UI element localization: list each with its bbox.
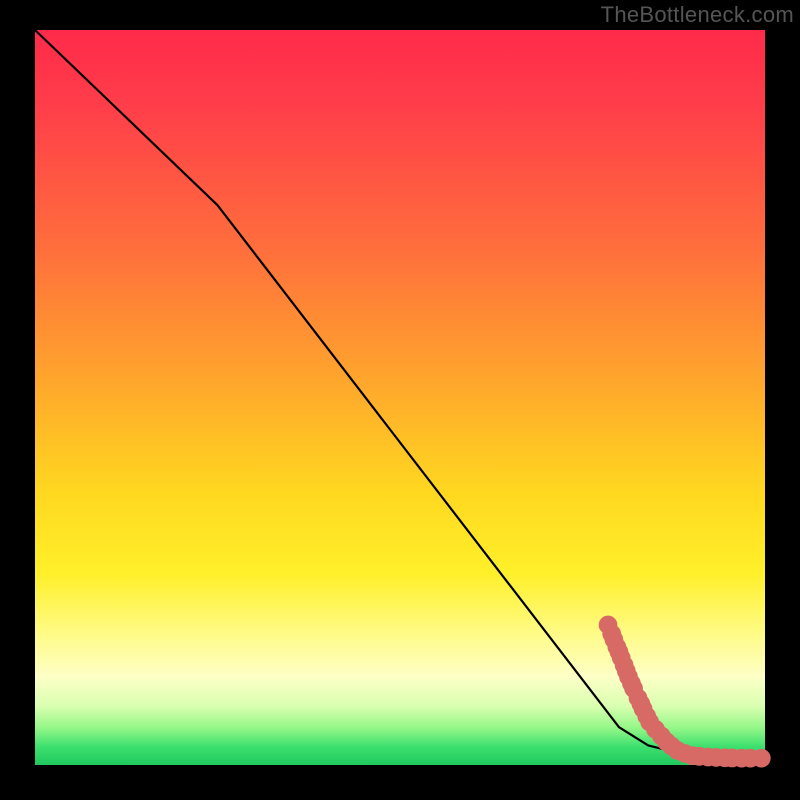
plot-area: [35, 30, 765, 765]
scatter-points: [602, 619, 767, 764]
watermark-text: TheBottleneck.com: [601, 2, 794, 28]
chart-svg: [35, 30, 765, 760]
bottleneck-curve: [35, 30, 765, 759]
scatter-point: [756, 752, 767, 763]
chart-frame: TheBottleneck.com: [0, 0, 800, 800]
